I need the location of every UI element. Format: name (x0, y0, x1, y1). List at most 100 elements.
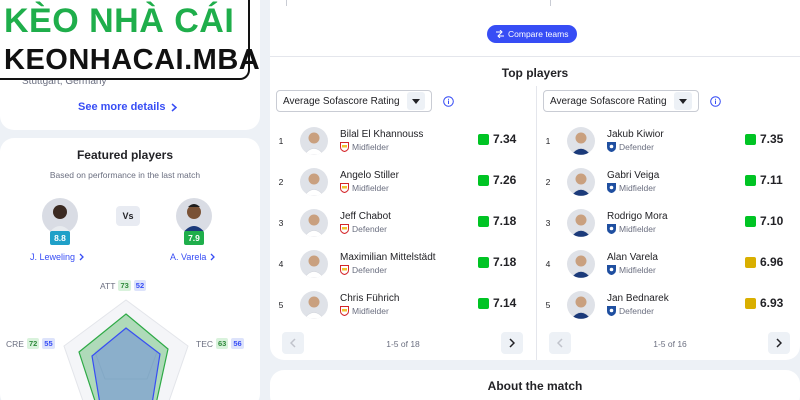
player-rank: 3 (545, 217, 551, 228)
divider-tick (550, 0, 551, 6)
site-logo[interactable]: KÈO NHÀ CÁI KEONHACAI.MBA (0, 0, 260, 80)
player-rating: 7.18 (478, 214, 516, 228)
player-info: Angelo Stiller Midfielder (340, 170, 399, 193)
player-name: Chris Führich (340, 293, 400, 304)
player-info: Alan Varela Midfielder (607, 252, 658, 275)
featured-players-card: Featured players Based on performance in… (0, 138, 260, 400)
player-position-label: Midfielder (619, 183, 656, 193)
player-rating-value: 7.35 (760, 132, 784, 146)
player-avatar (300, 208, 328, 237)
player-row[interactable]: 5 Jan Bednarek Defender (543, 284, 669, 325)
player-name: Rodrigo Mora (607, 211, 668, 222)
player2-name-link[interactable]: A. Varela (170, 252, 216, 262)
player-rank: 1 (278, 135, 284, 146)
top-players-card: Compare teams Top players Average Sofasc… (270, 0, 800, 360)
left-stat-select[interactable]: Average Sofascore Rating (276, 90, 432, 112)
player-position: Midfielder (340, 183, 399, 193)
player-info: Jan Bednarek Defender (607, 293, 669, 316)
info-icon[interactable] (443, 96, 454, 107)
player-avatar (300, 167, 328, 196)
player-position-label: Defender (619, 142, 654, 152)
chevron-left-icon (557, 338, 563, 348)
player-rating: 7.34 (478, 132, 516, 146)
player-position: Midfielder (607, 265, 658, 275)
see-more-details-link[interactable]: See more details (78, 101, 178, 113)
player-position-label: Midfielder (619, 224, 656, 234)
left-select-value: Average Sofascore Rating (283, 95, 400, 107)
player-name: Angelo Stiller (340, 170, 399, 181)
right-stat-select[interactable]: Average Sofascore Rating (543, 90, 699, 112)
team-crest-icon (340, 306, 349, 316)
player-info: Chris Führich Midfielder (340, 293, 399, 316)
right-next-page-button[interactable] (768, 332, 790, 354)
player-rating: 7.14 (478, 296, 516, 310)
left-prev-page-button[interactable] (282, 332, 304, 354)
logo-line1: KÈO NHÀ CÁI (4, 2, 235, 40)
player-avatar (300, 126, 328, 155)
player-row[interactable]: 3 Jeff Chabot Defender (276, 202, 391, 243)
player-rank: 2 (545, 176, 551, 187)
player1-rating-badge: 8.8 (50, 231, 70, 245)
player1-name-link[interactable]: J. Leweling (30, 252, 84, 262)
player-row[interactable]: 4 Alan Varela Midfielder (543, 243, 658, 284)
player-row[interactable]: 3 Rodrigo Mora Midfielder (543, 202, 668, 243)
compare-teams-label: Compare teams (508, 29, 569, 39)
player-rating-value: 7.26 (493, 173, 517, 187)
stat-cre-p1: 72 (26, 338, 40, 349)
player-info: Gabri Veiga Midfielder (607, 170, 659, 193)
player-position-label: Midfielder (619, 265, 656, 275)
about-match-title: About the match (487, 379, 583, 393)
team-crest-icon (340, 183, 349, 193)
player2-avatar[interactable] (176, 198, 212, 234)
right-select-value: Average Sofascore Rating (550, 95, 667, 107)
player-avatar (567, 167, 595, 196)
right-prev-page-button[interactable] (549, 332, 571, 354)
left-next-page-button[interactable] (501, 332, 523, 354)
player-row[interactable]: 1 Bilal El Khannouss Midfielder (276, 120, 423, 161)
player-row[interactable]: 5 Chris Führich Midfielder (276, 284, 399, 325)
player-info: Jakub Kiwior Defender (607, 129, 664, 152)
compare-teams-button[interactable]: Compare teams (487, 25, 578, 43)
left-pager-text: 1-5 of 18 (386, 339, 420, 349)
player-avatar (300, 249, 328, 278)
player-name: Bilal El Khannouss (340, 129, 424, 140)
player-name: Jeff Chabot (340, 211, 391, 222)
team-crest-icon (340, 224, 349, 234)
stat-att-p2: 52 (133, 280, 147, 291)
player-rating-value: 7.14 (493, 296, 517, 310)
player1-avatar[interactable] (42, 198, 78, 234)
info-icon[interactable] (710, 96, 721, 107)
player-position: Defender (607, 306, 669, 316)
rating-color-box (745, 174, 756, 186)
divider-tick (286, 0, 287, 6)
attribute-radar-chart (63, 299, 189, 400)
chevron-right-icon (79, 253, 84, 261)
team-crest-icon (607, 142, 616, 152)
chevron-right-icon (210, 253, 216, 261)
player-position: Midfielder (340, 142, 423, 152)
player-row[interactable]: 4 Maximilian Mittelstädt Defender (276, 243, 436, 284)
player-info: Maximilian Mittelstädt Defender (340, 252, 436, 275)
player-row[interactable]: 2 Gabri Veiga Midfielder (543, 161, 659, 202)
player-avatar (567, 290, 595, 319)
compare-icon (496, 30, 504, 38)
player-rank: 4 (545, 258, 551, 269)
player-rank: 2 (278, 176, 284, 187)
player-rank: 4 (278, 258, 284, 269)
player-row[interactable]: 2 Angelo Stiller Midfielder (276, 161, 399, 202)
stat-tec-p1: 63 (216, 338, 229, 349)
rating-color-box (745, 297, 756, 309)
chevron-left-icon (290, 338, 296, 348)
player-avatar (567, 249, 595, 278)
player-row[interactable]: 1 Jakub Kiwior Defender (543, 120, 664, 161)
rating-color-box (478, 174, 489, 186)
player-name: Gabri Veiga (607, 170, 660, 181)
player-position: Defender (340, 265, 436, 275)
player-position: Defender (607, 142, 664, 152)
player-rank: 3 (278, 217, 284, 228)
player-position-label: Midfielder (352, 142, 389, 152)
player-name: Jan Bednarek (607, 293, 669, 304)
player-rating-value: 7.18 (493, 255, 517, 269)
divider (270, 56, 800, 57)
stat-att: ATT 73 52 (100, 280, 147, 291)
